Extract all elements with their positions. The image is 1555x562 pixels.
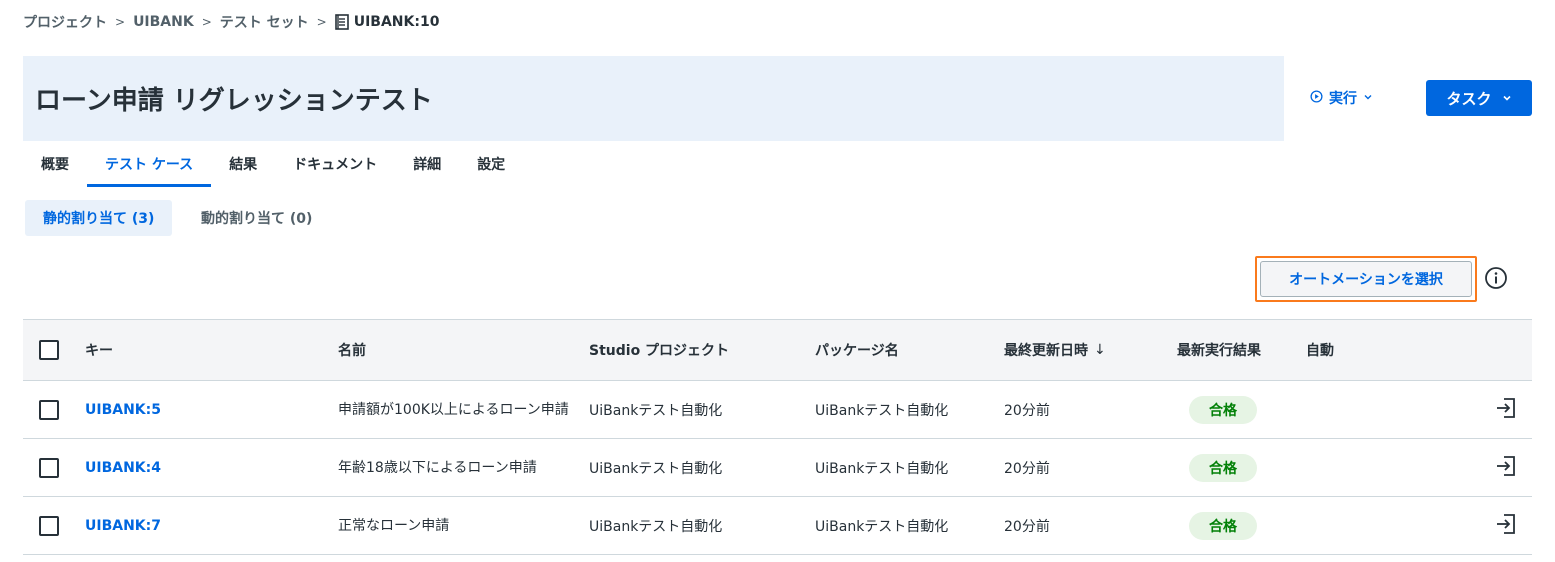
column-header-key[interactable]: キー	[85, 320, 113, 380]
select-automation-button[interactable]: オートメーションを選択	[1260, 261, 1472, 297]
row-name-cell: 申請額が100K以上によるローン申請	[338, 381, 582, 438]
play-circle-icon	[1310, 89, 1323, 107]
info-icon[interactable]	[1484, 266, 1508, 290]
breadcrumb-separator: >	[201, 15, 212, 29]
row-package-name: UiBankテスト自動化	[815, 460, 949, 477]
tab-documents[interactable]: ドキュメント	[275, 143, 395, 187]
row-action-cell	[1494, 439, 1518, 496]
subtab-dynamic-assignment[interactable]: 動的割り当て (0)	[183, 200, 330, 236]
row-name-cell: 正常なローン申請	[338, 497, 582, 554]
row-last-updated: 20分前	[1004, 460, 1050, 477]
select-automation-highlight: オートメーションを選択	[1255, 256, 1477, 302]
row-key-cell: UIBANK:7	[85, 497, 161, 554]
row-result-cell: 合格	[1177, 497, 1257, 554]
tab-settings[interactable]: 設定	[459, 143, 523, 187]
breadcrumb-separator: >	[316, 15, 327, 29]
table-row: UIBANK:4 年齢18歳以下によるローン申請 UiBankテスト自動化 Ui…	[23, 439, 1532, 497]
breadcrumb-current: UIBANK:10	[334, 14, 440, 30]
breadcrumb-separator: >	[115, 15, 126, 29]
tab-test-cases[interactable]: テスト ケース	[87, 143, 212, 187]
column-header-automated[interactable]: 自動	[1306, 320, 1334, 380]
row-key-cell: UIBANK:5	[85, 381, 161, 438]
title-banner: ローン申請 リグレッションテスト	[23, 56, 1284, 141]
run-button[interactable]: 実行	[1310, 82, 1373, 114]
column-header-last-updated[interactable]: 最終更新日時 ↓	[1004, 320, 1106, 380]
row-key-cell: UIBANK:4	[85, 439, 161, 496]
row-studio-project: UiBankテスト自動化	[589, 460, 723, 477]
row-checkbox-cell	[39, 497, 59, 554]
row-package-name: UiBankテスト自動化	[815, 402, 949, 419]
task-button[interactable]: タスク	[1426, 80, 1532, 116]
status-badge: 合格	[1189, 453, 1257, 482]
tab-details[interactable]: 詳細	[395, 143, 459, 187]
column-header-latest-result[interactable]: 最新実行結果	[1177, 320, 1261, 380]
open-in-icon[interactable]	[1494, 512, 1518, 540]
open-in-icon[interactable]	[1494, 454, 1518, 482]
row-action-cell	[1494, 381, 1518, 438]
subtab-static-assignment[interactable]: 静的割り当て (3)	[25, 200, 173, 236]
row-checkbox[interactable]	[39, 457, 59, 478]
breadcrumb-item-uibank[interactable]: UIBANK	[133, 14, 194, 30]
row-result-cell: 合格	[1177, 381, 1257, 438]
row-checkbox-cell	[39, 439, 59, 496]
test-case-name: 申請額が100K以上によるローン申請	[338, 401, 569, 418]
status-badge: 合格	[1189, 511, 1257, 540]
row-checkbox[interactable]	[39, 399, 59, 420]
table-row: UIBANK:7 正常なローン申請 UiBankテスト自動化 UiBankテスト…	[23, 497, 1532, 555]
tab-bar: 概要 テスト ケース 結果 ドキュメント 詳細 設定	[23, 143, 523, 187]
column-header-studio-project[interactable]: Studio プロジェクト	[589, 320, 729, 380]
open-in-icon[interactable]	[1494, 396, 1518, 424]
tab-overview[interactable]: 概要	[23, 143, 87, 187]
row-action-cell	[1494, 497, 1518, 554]
column-header-package[interactable]: パッケージ名	[815, 320, 899, 380]
tab-results[interactable]: 結果	[211, 143, 275, 187]
select-all-checkbox[interactable]	[39, 340, 59, 360]
row-name-cell: 年齢18歳以下によるローン申請	[338, 439, 582, 496]
test-case-key-link[interactable]: UIBANK:4	[85, 460, 161, 476]
test-case-name: 年齢18歳以下によるローン申請	[338, 459, 537, 476]
breadcrumb: プロジェクト > UIBANK > テスト セット > UIBANK:10	[23, 12, 439, 32]
table-row: UIBANK:5 申請額が100K以上によるローン申請 UiBankテスト自動化…	[23, 381, 1532, 439]
test-case-key-link[interactable]: UIBANK:5	[85, 402, 161, 418]
column-header-name[interactable]: 名前	[338, 320, 582, 380]
row-package-name: UiBankテスト自動化	[815, 518, 949, 535]
row-last-updated: 20分前	[1004, 402, 1050, 419]
table-header: キー 名前 Studio プロジェクト パッケージ名 最終更新日時 ↓ 最新実行…	[23, 319, 1532, 381]
page: プロジェクト > UIBANK > テスト セット > UIBANK:10 ロー…	[0, 0, 1555, 562]
row-last-updated: 20分前	[1004, 518, 1050, 535]
row-result-cell: 合格	[1177, 439, 1257, 496]
chevron-down-icon	[1363, 90, 1373, 106]
test-case-name: 正常なローン申請	[338, 517, 450, 534]
breadcrumb-current-label: UIBANK:10	[353, 14, 440, 30]
breadcrumb-item-projects[interactable]: プロジェクト	[23, 12, 107, 32]
chevron-down-icon	[1502, 89, 1512, 107]
row-studio-project: UiBankテスト自動化	[589, 402, 723, 419]
row-studio-project: UiBankテスト自動化	[589, 518, 723, 535]
row-checkbox-cell	[39, 381, 59, 438]
task-button-label: タスク	[1446, 89, 1492, 108]
row-checkbox[interactable]	[39, 515, 59, 536]
breadcrumb-item-test-sets[interactable]: テスト セット	[220, 12, 309, 32]
test-case-key-link[interactable]: UIBANK:7	[85, 518, 161, 534]
test-case-table: キー 名前 Studio プロジェクト パッケージ名 最終更新日時 ↓ 最新実行…	[23, 319, 1532, 555]
column-header-last-updated-label: 最終更新日時	[1004, 343, 1088, 359]
header-checkbox-cell	[39, 320, 59, 380]
sort-descending-icon: ↓	[1094, 342, 1106, 358]
document-icon	[334, 14, 349, 30]
page-title: ローン申請 リグレッションテスト	[35, 86, 433, 116]
run-button-label: 実行	[1329, 91, 1357, 107]
status-badge: 合格	[1189, 395, 1257, 424]
